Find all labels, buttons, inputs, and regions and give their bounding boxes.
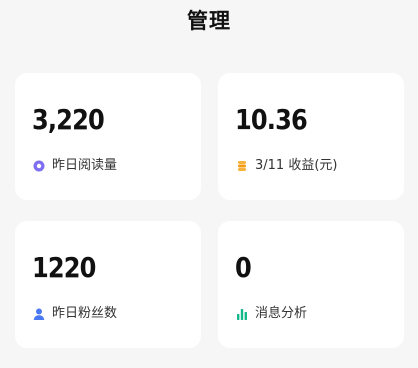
stat-card-earnings[interactable]: 10.36 3/11 收益(元) <box>218 73 404 200</box>
stat-value: 10.36 <box>235 103 308 136</box>
coin-stack-icon <box>235 159 249 173</box>
read-icon <box>32 159 46 173</box>
page-title: 管理 <box>187 9 231 33</box>
stat-label: 昨日阅读量 <box>52 158 118 173</box>
stat-label: 3/11 收益(元) <box>255 158 338 173</box>
bar-chart-icon <box>235 307 249 321</box>
stat-label-row: 消息分析 <box>235 305 307 323</box>
user-icon <box>32 307 46 321</box>
stat-card-messages[interactable]: 0 消息分析 <box>218 221 404 348</box>
stat-card-reads[interactable]: 3,220 昨日阅读量 <box>15 73 201 200</box>
stat-label-row: 昨日阅读量 <box>32 157 117 175</box>
stat-value: 0 <box>235 251 252 284</box>
stat-value: 1220 <box>32 251 96 284</box>
stat-label: 昨日粉丝数 <box>52 306 118 321</box>
page-header: 管理 <box>0 0 418 40</box>
stat-label: 消息分析 <box>255 306 308 321</box>
stat-label-row: 3/11 收益(元) <box>235 157 337 175</box>
stat-value: 3,220 <box>32 103 105 136</box>
stat-card-followers[interactable]: 1220 昨日粉丝数 <box>15 221 201 348</box>
stat-label-row: 昨日粉丝数 <box>32 305 117 323</box>
